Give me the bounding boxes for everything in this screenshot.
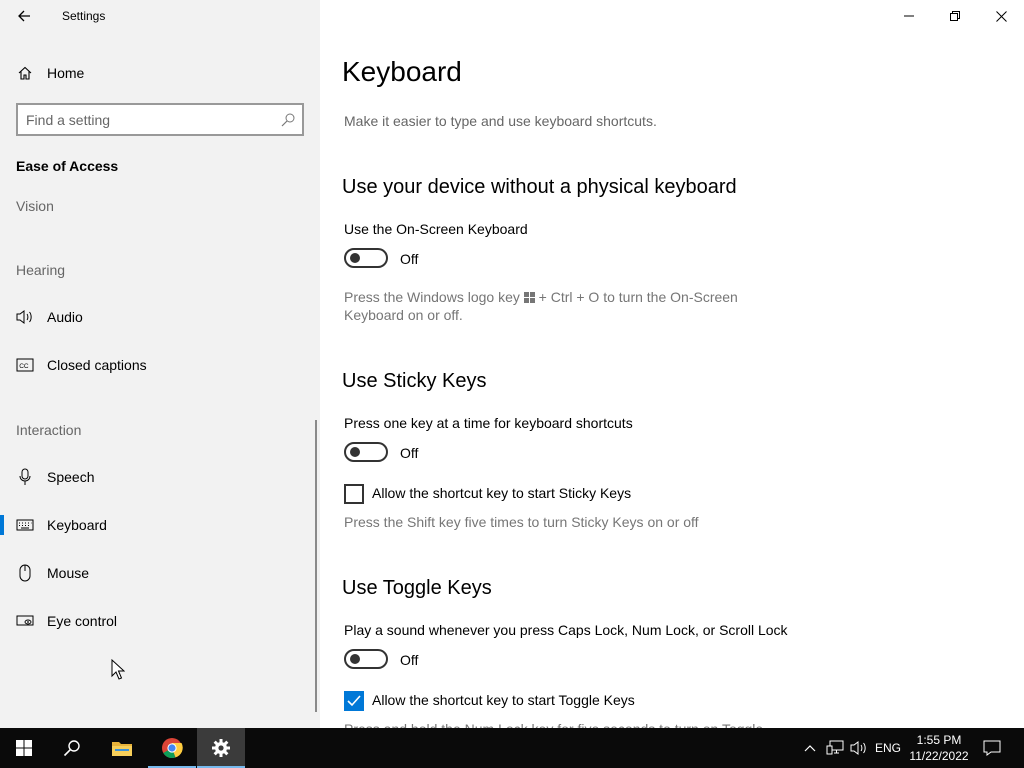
sidebar-item-audio[interactable]: Audio <box>0 297 320 337</box>
file-explorer-icon <box>112 742 132 756</box>
sidebar-item-closed-captions[interactable]: CC Closed captions <box>0 345 320 385</box>
togglekeys-help-text: Press and hold the Num Lock key for five… <box>344 720 764 728</box>
osk-help-before: Press the Windows logo key <box>344 289 520 305</box>
vision-group-header[interactable]: Vision <box>16 198 54 214</box>
toggle-knob <box>350 447 360 457</box>
language-label: ENG <box>874 741 901 755</box>
svg-text:CC: CC <box>19 363 29 370</box>
back-button[interactable] <box>8 0 40 32</box>
sticky-toggle-state: Off <box>400 445 419 461</box>
clock-time: 1:55 PM <box>916 733 962 747</box>
home-icon <box>16 64 34 82</box>
notification-icon <box>983 740 1001 756</box>
hearing-group-header: Hearing <box>16 262 66 278</box>
volume-icon <box>850 741 866 755</box>
title-bar: Settings <box>0 0 320 32</box>
language-indicator[interactable]: ENG <box>872 728 904 768</box>
togglekeys-section-title: Use Toggle Keys <box>342 577 492 599</box>
sidebar-scrollbar[interactable] <box>315 420 317 712</box>
togglekeys-toggle-state: Off <box>400 652 419 668</box>
sticky-toggle[interactable] <box>344 442 388 462</box>
settings-icon <box>212 739 230 757</box>
toggle-knob <box>350 654 360 664</box>
taskbar-search-button[interactable] <box>48 728 96 768</box>
interaction-group-header: Interaction <box>16 422 82 438</box>
checkmark-icon <box>347 695 361 707</box>
togglekeys-shortcut-label: Allow the shortcut key to start Toggle K… <box>372 692 635 708</box>
start-button[interactable] <box>0 728 48 768</box>
file-explorer-button[interactable] <box>98 728 146 768</box>
sticky-section-title: Use Sticky Keys <box>342 370 487 392</box>
sidebar-item-label: Mouse <box>47 565 90 581</box>
sticky-toggle-label: Press one key at a time for keyboard sho… <box>344 415 633 431</box>
sidebar-item-speech[interactable]: Speech <box>0 457 320 497</box>
home-label: Home <box>47 65 85 81</box>
main-content: Keyboard Make it easier to type and use … <box>320 0 1024 728</box>
mouse-icon <box>16 564 34 582</box>
sidebar: Settings Home Ease of Access Vision Hear… <box>0 0 320 728</box>
search-input[interactable] <box>26 110 266 130</box>
start-icon <box>16 740 32 756</box>
togglekeys-toggle-label: Play a sound whenever you press Caps Loc… <box>344 622 788 638</box>
app-title: Settings <box>62 9 106 23</box>
sidebar-item-keyboard[interactable]: Keyboard <box>0 505 320 545</box>
microphone-icon <box>16 468 34 486</box>
taskbar: ENG 1:55 PM 11/22/2022 <box>0 728 1024 768</box>
chrome-icon <box>162 738 183 759</box>
volume-tray-button[interactable] <box>848 728 870 768</box>
sidebar-item-label: Speech <box>47 469 95 485</box>
osk-toggle[interactable] <box>344 248 388 268</box>
sidebar-item-label: Closed captions <box>47 357 147 373</box>
osk-toggle-state: Off <box>400 251 419 267</box>
page-description: Make it easier to type and use keyboard … <box>344 113 657 129</box>
togglekeys-toggle[interactable] <box>344 649 388 669</box>
windows-logo-icon <box>523 289 535 303</box>
clock-date: 11/22/2022 <box>909 749 969 763</box>
clock[interactable]: 1:55 PM 11/22/2022 <box>902 732 976 764</box>
sticky-shortcut-checkbox[interactable] <box>344 484 364 504</box>
sticky-shortcut-label: Allow the shortcut key to start Sticky K… <box>372 485 632 501</box>
keyboard-icon <box>16 516 34 534</box>
network-icon <box>826 740 844 755</box>
sidebar-item-label: Eye control <box>47 613 118 629</box>
category-title: Ease of Access <box>16 158 119 174</box>
toggle-knob <box>350 253 360 263</box>
sidebar-item-mouse[interactable]: Mouse <box>0 553 320 593</box>
eye-control-icon <box>16 612 34 630</box>
speaker-icon <box>16 308 34 326</box>
togglekeys-shortcut-checkbox[interactable] <box>344 691 364 711</box>
sidebar-item-eye-control[interactable]: Eye control <box>0 601 320 641</box>
search-icon[interactable] <box>280 112 296 128</box>
sidebar-item-label: Keyboard <box>47 517 107 533</box>
settings-button[interactable] <box>197 728 245 768</box>
action-center-button[interactable] <box>980 728 1004 768</box>
sticky-help-text: Press the Shift key five times to turn S… <box>344 514 699 530</box>
back-arrow-icon <box>18 10 30 22</box>
chrome-button[interactable] <box>148 728 196 768</box>
search-box[interactable] <box>16 103 304 136</box>
osk-help-text: Press the Windows logo key + Ctrl + O to… <box>344 288 764 324</box>
chevron-up-icon <box>804 745 816 752</box>
mouse-pointer-icon <box>111 658 126 680</box>
network-tray-button[interactable] <box>824 728 846 768</box>
osk-toggle-label: Use the On-Screen Keyboard <box>344 221 528 237</box>
search-icon <box>63 740 80 757</box>
show-hidden-icons-button[interactable] <box>800 728 820 768</box>
home-nav-item[interactable]: Home <box>0 53 320 93</box>
osk-section-title: Use your device without a physical keybo… <box>342 176 737 198</box>
closed-captions-icon: CC <box>16 356 34 374</box>
page-title: Keyboard <box>342 56 462 87</box>
sidebar-item-label: Audio <box>47 309 83 325</box>
